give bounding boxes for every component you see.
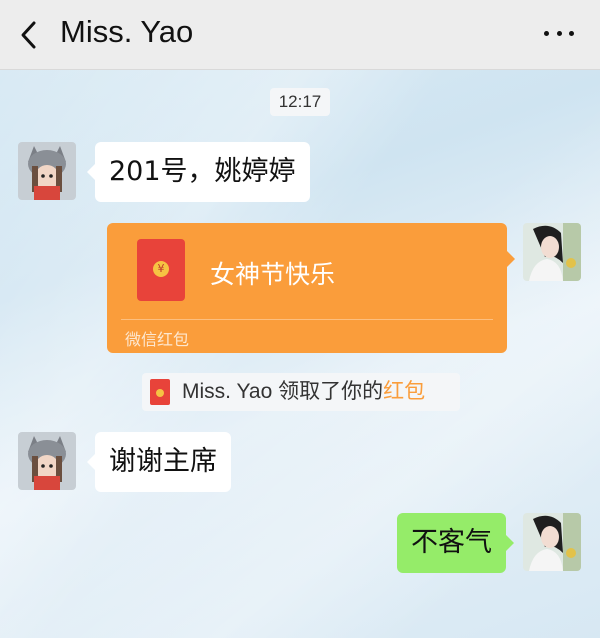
message-bubble-incoming[interactable]: 谢谢主席 — [87, 432, 231, 492]
self-avatar[interactable] — [523, 223, 581, 281]
system-notice: Miss. Yao 领取了你的红包 — [142, 373, 460, 411]
red-packet-divider — [121, 319, 493, 320]
chat-title: Miss. Yao — [60, 14, 194, 49]
self-avatar[interactable] — [523, 513, 581, 571]
red-envelope-icon — [150, 379, 170, 405]
system-notice-text: Miss. Yao 领取了你的 — [182, 380, 384, 403]
ellipsis-icon[interactable] — [544, 31, 574, 39]
chevron-left-icon[interactable] — [18, 20, 42, 50]
chat-header: Miss. Yao — [0, 0, 600, 70]
red-packet-footer: 微信红包 — [125, 330, 190, 349]
red-envelope-icon: ¥ — [137, 239, 185, 301]
message-timestamp: 12:17 — [270, 88, 330, 116]
red-packet-card[interactable]: ¥ 女神节快乐 微信红包 — [107, 223, 515, 353]
red-packet-link[interactable]: 红包 — [383, 380, 425, 403]
message-bubble-outgoing[interactable]: 不客气 — [397, 513, 514, 573]
contact-avatar[interactable] — [18, 432, 76, 490]
red-packet-greeting: 女神节快乐 — [210, 260, 336, 289]
message-bubble-incoming[interactable]: 201号，姚婷婷 — [87, 142, 310, 202]
contact-avatar[interactable] — [18, 142, 76, 200]
